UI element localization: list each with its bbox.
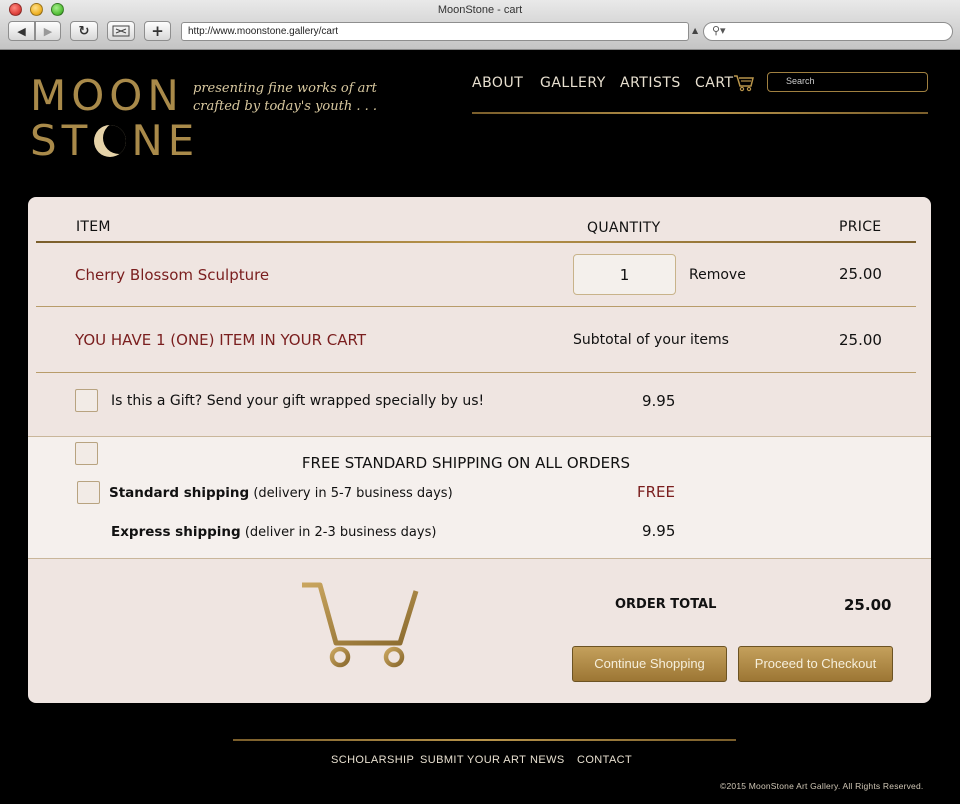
nav-cart[interactable]: CART bbox=[695, 75, 734, 91]
order-total-label: ORDER TOTAL bbox=[615, 597, 717, 612]
header-divider bbox=[36, 241, 916, 243]
row-divider bbox=[36, 306, 916, 307]
express-shipping-label: Express shipping (deliver in 2-3 busines… bbox=[111, 524, 436, 540]
window-title: MoonStone - cart bbox=[437, 4, 523, 16]
plus-icon: + bbox=[151, 22, 164, 40]
subtotal-value: 25.00 bbox=[839, 331, 882, 349]
browser-chrome: MoonStone - cart ◀ ▶ ↻ + http://www.moon… bbox=[0, 0, 960, 50]
magnifier-icon: ⚲▾ bbox=[712, 24, 726, 37]
nav-gallery[interactable]: GALLERY bbox=[540, 75, 606, 91]
site-search-input[interactable]: Search bbox=[767, 72, 928, 92]
new-tab-button[interactable]: + bbox=[144, 21, 171, 41]
express-shipping-checkbox[interactable] bbox=[77, 481, 100, 504]
standard-shipping-detail: (delivery in 5-7 business days) bbox=[253, 486, 453, 501]
logo-stone-left: ST bbox=[30, 116, 93, 165]
column-header-price: PRICE bbox=[839, 219, 882, 235]
cart-icon[interactable] bbox=[733, 74, 755, 92]
footer-link-news[interactable]: NEWS bbox=[530, 754, 565, 766]
cart-panel: ITEM QUANTITY PRICE Cherry Blossom Sculp… bbox=[28, 197, 931, 703]
forward-button[interactable]: ▶ bbox=[35, 21, 61, 41]
browser-search-field[interactable]: ⚲▾ bbox=[703, 22, 953, 41]
address-dropdown-icon[interactable]: ▲ bbox=[692, 26, 698, 35]
reload-button[interactable]: ↻ bbox=[70, 21, 98, 41]
gift-label: Is this a Gift? Send your gift wrapped s… bbox=[111, 393, 485, 409]
footer-link-submit-art[interactable]: SUBMIT YOUR ART bbox=[420, 754, 526, 766]
address-bar[interactable]: http://www.moonstone.gallery/cart bbox=[181, 22, 689, 41]
logo-stone[interactable]: ST NE bbox=[30, 120, 199, 162]
footer-divider bbox=[233, 739, 736, 741]
subtotal-label: Subtotal of your items bbox=[573, 332, 729, 348]
footer-link-contact[interactable]: CONTACT bbox=[577, 754, 632, 766]
continue-shopping-button[interactable]: Continue Shopping bbox=[572, 646, 727, 682]
proceed-to-checkout-button[interactable]: Proceed to Checkout bbox=[738, 646, 893, 682]
logo-stone-right: NE bbox=[131, 116, 200, 165]
forward-arrow-icon: ▶ bbox=[43, 24, 53, 38]
quantity-input[interactable]: 1 bbox=[573, 254, 676, 295]
tagline-line-2: crafted by today's youth . . . bbox=[193, 99, 378, 114]
shipping-heading: FREE STANDARD SHIPPING ON ALL ORDERS bbox=[301, 454, 631, 472]
cart-item-price: 25.00 bbox=[839, 265, 882, 283]
tagline-line-1: presenting fine works of art bbox=[193, 81, 377, 96]
tagline: presenting fine works of art crafted by … bbox=[193, 80, 377, 116]
standard-shipping-title: Standard shipping bbox=[109, 485, 250, 501]
order-total-value: 25.00 bbox=[844, 596, 892, 614]
standard-shipping-checkbox[interactable] bbox=[75, 442, 98, 465]
remove-item-button[interactable]: Remove bbox=[689, 267, 746, 283]
gift-checkbox[interactable] bbox=[75, 389, 98, 412]
express-shipping-title: Express shipping bbox=[111, 524, 241, 540]
logo-moon[interactable]: MOON bbox=[30, 75, 184, 117]
express-shipping-price: 9.95 bbox=[642, 522, 676, 540]
gift-price: 9.95 bbox=[642, 392, 676, 410]
crescent-moon-icon bbox=[94, 125, 127, 157]
reload-icon: ↻ bbox=[78, 23, 90, 39]
copyright-notice: ©2015 MoonStone Art Gallery. All Rights … bbox=[720, 781, 924, 791]
column-header-item: ITEM bbox=[76, 219, 111, 235]
nav-about[interactable]: ABOUT bbox=[472, 75, 523, 91]
nav-divider bbox=[472, 112, 928, 114]
row-divider bbox=[36, 372, 916, 373]
standard-shipping-price: FREE bbox=[637, 483, 676, 501]
cart-item-name[interactable]: Cherry Blossom Sculpture bbox=[75, 266, 269, 284]
cart-count-message: YOU HAVE 1 (ONE) ITEM IN YOUR CART bbox=[75, 331, 367, 349]
express-shipping-detail: (deliver in 2-3 business days) bbox=[244, 525, 437, 540]
bookmarks-button[interactable] bbox=[107, 21, 135, 41]
nav-artists[interactable]: ARTISTS bbox=[620, 75, 681, 91]
footer-link-scholarship[interactable]: SCHOLARSHIP bbox=[331, 754, 414, 766]
back-button[interactable]: ◀ bbox=[8, 21, 35, 41]
bookmarks-icon bbox=[112, 25, 130, 37]
standard-shipping-label: Standard shipping (delivery in 5-7 busin… bbox=[109, 485, 453, 501]
column-header-quantity: QUANTITY bbox=[587, 220, 661, 236]
shopping-cart-icon bbox=[302, 582, 419, 668]
back-arrow-icon: ◀ bbox=[17, 24, 26, 38]
